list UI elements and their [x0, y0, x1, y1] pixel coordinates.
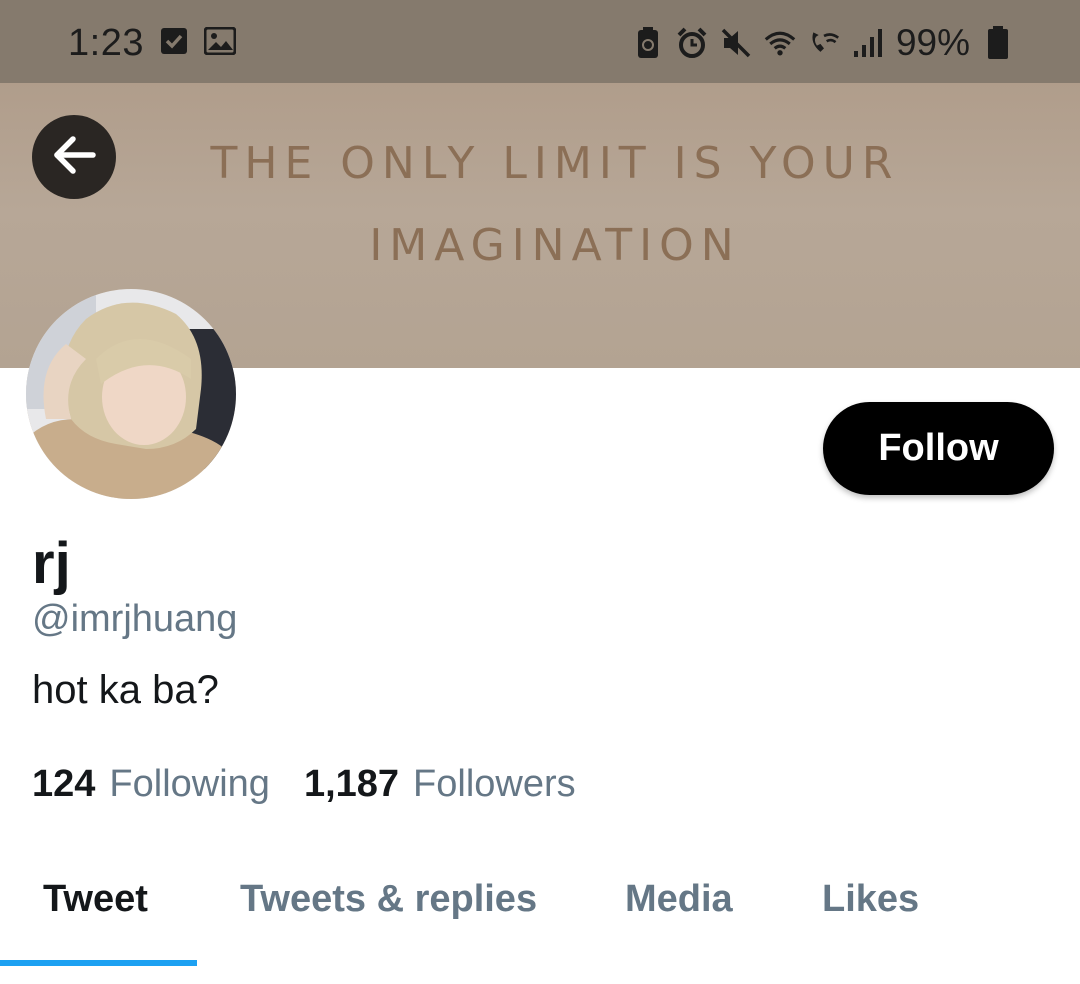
arrow-left-icon	[51, 135, 97, 180]
battery-icon	[982, 26, 1014, 59]
display-name: rj	[32, 531, 71, 596]
battery-percentage: 99%	[895, 22, 970, 63]
status-icons: 99%	[632, 22, 1014, 64]
bio: hot ka ba?	[32, 668, 219, 712]
image-notification-icon	[203, 26, 237, 60]
battery-saver-icon	[632, 27, 664, 59]
tab-tweet[interactable]: Tweet	[43, 878, 148, 921]
avatar[interactable]	[26, 289, 236, 499]
checkbox-notification-icon	[160, 27, 188, 60]
following-count: 124	[32, 763, 96, 805]
tab-tweets-replies[interactable]: Tweets & replies	[240, 878, 537, 921]
banner-quote: THE ONLY LIMIT IS YOUR IMAGINATION	[150, 123, 960, 287]
avatar-photo	[26, 289, 236, 499]
back-button[interactable]	[32, 115, 116, 199]
status-bar: 1:23 99%	[0, 0, 1080, 83]
banner-line-1: THE ONLY LIMIT IS YOUR	[210, 138, 900, 189]
followers-label: Followers	[413, 763, 576, 805]
follow-button[interactable]: Follow	[823, 402, 1054, 495]
following-link[interactable]: 124 Following	[32, 763, 270, 806]
tab-media[interactable]: Media	[625, 878, 733, 921]
user-handle: @imrjhuang	[32, 598, 238, 640]
status-time: 1:23	[68, 22, 144, 64]
alarm-icon	[676, 27, 708, 59]
followers-count: 1,187	[303, 763, 400, 805]
banner-line-2: IMAGINATION	[369, 220, 741, 271]
follow-stats: 124 Following 1,187 Followers	[32, 763, 576, 806]
active-tab-indicator	[0, 960, 197, 966]
wifi-icon	[764, 27, 796, 59]
tab-likes[interactable]: Likes	[822, 878, 919, 921]
followers-link[interactable]: 1,187 Followers	[304, 763, 576, 806]
mute-icon	[720, 27, 752, 59]
profile-tabs: Tweet Tweets & replies Media Likes	[0, 858, 1080, 984]
following-label: Following	[109, 763, 270, 805]
signal-icon	[852, 27, 884, 59]
wifi-calling-icon	[808, 27, 840, 59]
